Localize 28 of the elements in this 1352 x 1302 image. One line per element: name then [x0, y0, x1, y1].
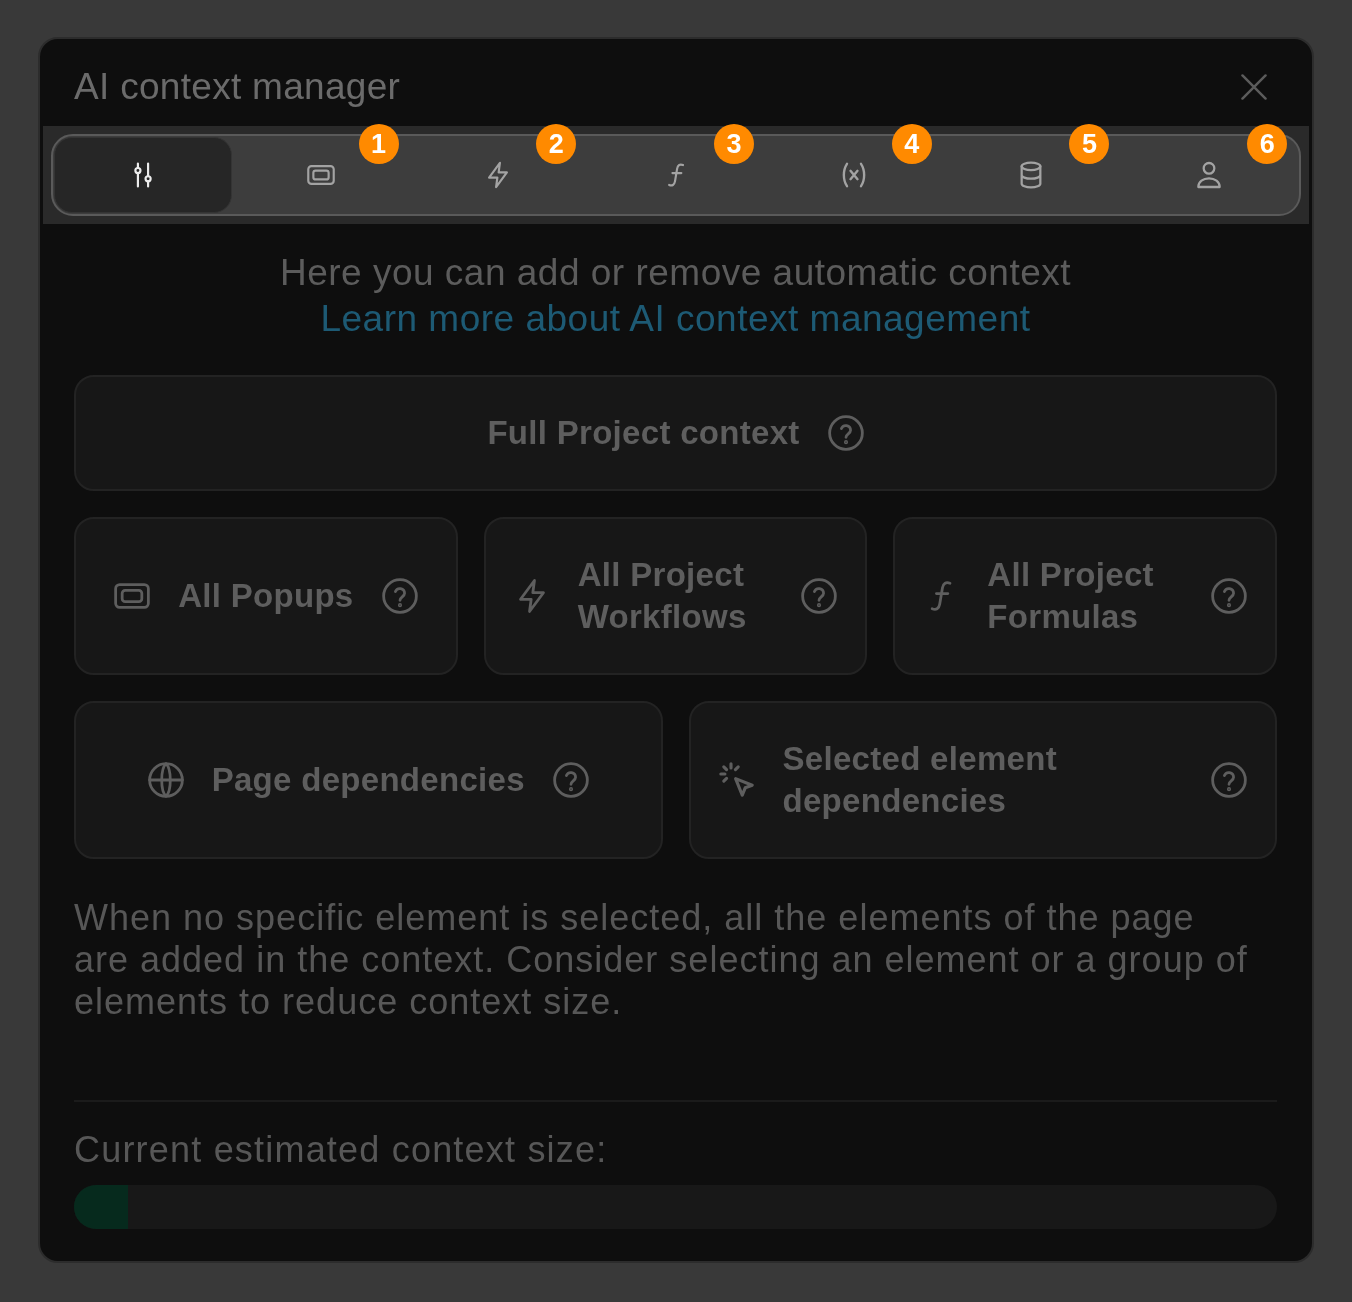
- help-icon: [552, 762, 589, 798]
- dialog-title: AI context manager: [74, 64, 401, 109]
- context-size-label: Current estimated context size:: [74, 1129, 609, 1171]
- intro-text: Here you can add or remove automatic context: [278, 251, 1073, 295]
- help-icon: [801, 578, 838, 614]
- help-icon: [381, 578, 418, 614]
- step-badge: 5: [1069, 124, 1110, 164]
- learn-more-link[interactable]: Learn more about AI context management: [320, 296, 1031, 342]
- context-option-button[interactable]: All Popups: [74, 517, 458, 675]
- step-badge: 1: [358, 124, 399, 164]
- help-icon: [827, 415, 864, 451]
- help-icon: [1211, 762, 1247, 798]
- step-badge: 6: [1247, 124, 1288, 164]
- close-icon: [1241, 73, 1267, 100]
- context-option-button[interactable]: All Project Workflows: [483, 517, 868, 675]
- user-icon: [1195, 161, 1224, 189]
- step-badge: 2: [536, 124, 577, 164]
- close-button[interactable]: [1241, 73, 1267, 100]
- step-badge: 3: [714, 124, 754, 164]
- context-option-button[interactable]: Full Project context: [74, 375, 1277, 491]
- help-icon: [1211, 578, 1247, 614]
- context-option-button[interactable]: Selected element dependencies: [688, 701, 1277, 859]
- note-text: When no specific element is selected, all the elements of the page are added in the context. Consider selecting an element or a group of elements to reduce context size.: [74, 897, 1249, 1023]
- cursor-click-icon: [718, 762, 755, 798]
- context-option-button[interactable]: All Project Formulas: [893, 517, 1277, 675]
- step-badge: 4: [891, 124, 932, 164]
- context-option-button[interactable]: Page dependencies: [74, 701, 663, 859]
- globe-icon: [147, 762, 184, 798]
